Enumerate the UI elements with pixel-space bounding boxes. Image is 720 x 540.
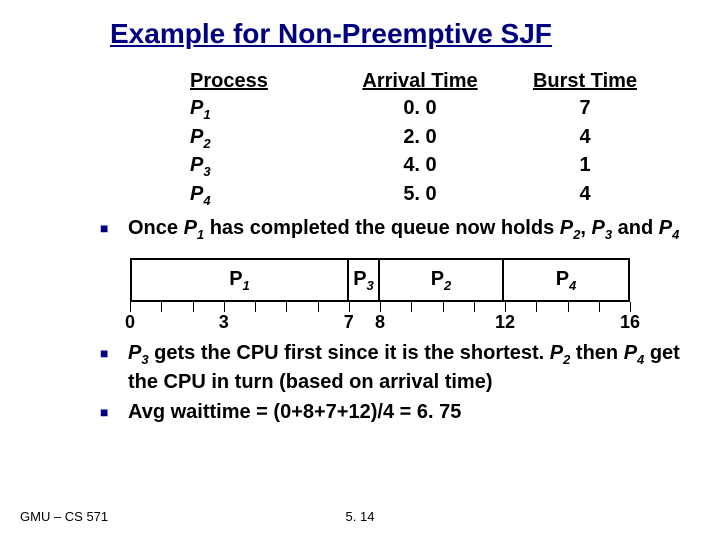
bullet-avg: ■ Avg waittime = (0+8+7+12)/4 = 6. 75 (100, 399, 680, 425)
footer-page: 5. 14 (346, 509, 375, 524)
tick-mark (224, 302, 225, 312)
table-row: P22. 04 (190, 124, 680, 153)
gantt-chart: P1P3P2P4 03781216 (130, 258, 630, 334)
bullet-icon: ■ (100, 340, 128, 366)
tick-mark (193, 302, 194, 312)
gantt-segment: P1 (132, 260, 349, 300)
tick-mark (630, 302, 631, 312)
axis-label: 12 (495, 312, 515, 333)
gantt-segment: P3 (349, 260, 380, 300)
tick-mark (130, 302, 131, 312)
gantt-segment: P4 (504, 260, 628, 300)
process-table: Process Arrival Time Burst Time P10. 07P… (190, 68, 680, 209)
tick-mark (505, 302, 506, 312)
tick-mark (286, 302, 287, 312)
col-header-arrival: Arrival Time (330, 68, 510, 95)
tick-mark (599, 302, 600, 312)
tick-mark (161, 302, 162, 312)
axis-label: 7 (344, 312, 354, 333)
tick-mark (318, 302, 319, 312)
axis-label: 8 (375, 312, 385, 333)
tick-mark (349, 302, 350, 312)
table-row: P34. 01 (190, 152, 680, 181)
table-row: P45. 04 (190, 181, 680, 210)
tick-mark (411, 302, 412, 312)
col-header-process: Process (190, 68, 330, 95)
axis-label: 3 (219, 312, 229, 333)
bullet-order: ■ P3 gets the CPU first since it is the … (100, 340, 680, 395)
footer-course: GMU – CS 571 (20, 509, 108, 524)
tick-mark (536, 302, 537, 312)
bullet-queue: ■ Once P1 has completed the queue now ho… (100, 215, 680, 244)
tick-mark (443, 302, 444, 312)
bullet-icon: ■ (100, 399, 128, 425)
slide-title: Example for Non-Preemptive SJF (110, 18, 680, 50)
axis-label: 16 (620, 312, 640, 333)
tick-mark (568, 302, 569, 312)
axis-label: 0 (125, 312, 135, 333)
bullet-icon: ■ (100, 215, 128, 241)
col-header-burst: Burst Time (510, 68, 660, 95)
tick-mark (474, 302, 475, 312)
tick-mark (380, 302, 381, 312)
table-row: P10. 07 (190, 95, 680, 124)
gantt-segment: P2 (380, 260, 504, 300)
tick-mark (255, 302, 256, 312)
